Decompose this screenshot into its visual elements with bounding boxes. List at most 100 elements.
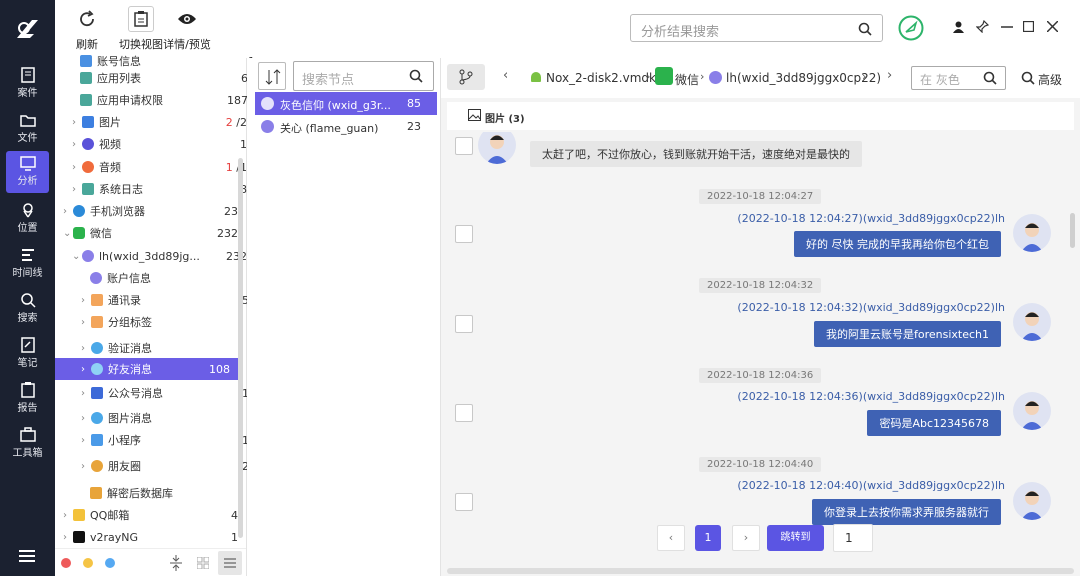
tree-item-app-permissions[interactable]: 应用申请权限 1877	[80, 89, 263, 111]
back-icon[interactable]: ‹	[503, 68, 508, 83]
next-page-button[interactable]: ›	[732, 525, 760, 551]
collapse-icon[interactable]	[170, 555, 182, 571]
chevron-right-icon[interactable]: ›	[72, 162, 82, 173]
nav-analysis[interactable]: 分析	[6, 151, 49, 193]
page-input[interactable]: 1	[833, 524, 873, 552]
pin-icon[interactable]	[976, 20, 989, 33]
photo-tab[interactable]: 图片 (3)	[485, 110, 525, 125]
chevron-right-icon[interactable]: ›	[72, 184, 82, 195]
node-item[interactable]: 灰色信仰 (wxid_g3r... 85	[255, 92, 437, 115]
chevron-right-icon[interactable]: ›	[81, 364, 91, 375]
tree-item-wechat-account[interactable]: ⌄ lh(wxid_3dd89jg... 232	[72, 245, 255, 267]
nav-report[interactable]: 报告	[0, 378, 55, 420]
tree-item-images[interactable]: › 图片 2 /2	[72, 111, 255, 133]
tree-item-account-detail[interactable]: 账户信息1	[90, 267, 273, 289]
node-item[interactable]: 关心 (flame_guan) 23	[255, 115, 437, 138]
message-checkbox[interactable]	[455, 493, 473, 511]
tree-item-image-msg[interactable]: ›图片消息3	[81, 407, 264, 429]
breadcrumb-item[interactable]: 微信	[675, 71, 699, 88]
sort-button[interactable]	[258, 62, 286, 90]
user-icon[interactable]	[953, 21, 964, 33]
chevron-right-icon[interactable]: ›	[81, 461, 91, 472]
search-icon[interactable]	[409, 69, 423, 83]
search-icon[interactable]	[858, 22, 872, 36]
tree-item-v2rayng[interactable]: › v2rayNG 1	[63, 526, 246, 548]
message-sender: (2022-10-18 12:04:32)(wxid_3dd89jggx0cp2…	[737, 301, 1005, 314]
nav-file[interactable]: 文件	[0, 108, 55, 150]
breadcrumb-separator-icon: ›	[646, 70, 651, 83]
tree-item-official-msg[interactable]: ›公众号消息15	[81, 382, 264, 404]
nav-timeline[interactable]: 时间线	[0, 243, 55, 285]
avatar	[1013, 303, 1051, 341]
prev-page-button[interactable]: ‹	[657, 525, 685, 551]
analysis-search-input[interactable]: 分析结果搜索	[630, 14, 883, 42]
tree-item-qq-mail[interactable]: › QQ邮箱 4	[63, 504, 246, 526]
tree-item-audio[interactable]: ›音频1 /1	[72, 156, 255, 178]
chevron-right-icon[interactable]: ›	[63, 510, 73, 521]
chevron-right-icon[interactable]: ›	[72, 117, 82, 128]
chevron-down-icon[interactable]: ⌄	[72, 251, 82, 262]
tree-item-video[interactable]: › 视频 1	[72, 133, 255, 155]
chevron-right-icon[interactable]: ›	[81, 317, 91, 328]
status-leaf-icon[interactable]	[898, 15, 924, 41]
yellow-dot-icon	[83, 558, 93, 568]
message-checkbox[interactable]	[455, 137, 473, 155]
avatar-icon	[1021, 312, 1043, 341]
maximize-icon[interactable]	[1023, 21, 1034, 32]
nav-toolbox[interactable]: 工具箱	[0, 423, 55, 465]
tree-item-mobile-browser[interactable]: › 手机浏览器 23	[63, 200, 246, 222]
advanced-button[interactable]: 高级	[1038, 71, 1062, 88]
user-icon	[82, 250, 94, 262]
chat-search-input[interactable]: 在 灰色	[911, 66, 1006, 90]
close-icon[interactable]	[1047, 21, 1058, 32]
nav-location[interactable]: 位置	[0, 198, 55, 240]
tree-item-wechat[interactable]: ⌄ 微信 232	[63, 222, 246, 244]
chat-scrollbar[interactable]	[1070, 213, 1075, 248]
node-search-input[interactable]: 搜索节点	[293, 61, 434, 91]
page-number-button[interactable]: 1	[695, 525, 721, 551]
horizontal-scrollbar[interactable]	[447, 568, 1074, 574]
chevron-right-icon[interactable]: ›	[81, 295, 91, 306]
jump-to-button[interactable]: 跳转到	[767, 525, 824, 551]
chevron-right-icon[interactable]: ›	[63, 206, 73, 217]
user-avatar-icon	[261, 120, 274, 133]
message-checkbox[interactable]	[455, 225, 473, 243]
chevron-right-icon[interactable]: ›	[72, 139, 82, 150]
search-icon[interactable]	[983, 71, 997, 85]
chevron-down-icon[interactable]: ⌄	[63, 228, 73, 239]
tree-item-decrypted-db[interactable]: 解密后数据库4	[90, 482, 273, 504]
chevron-right-icon[interactable]: ›	[81, 435, 91, 446]
chevron-right-icon[interactable]: ›	[81, 413, 91, 424]
tree-item-verify-msg[interactable]: ›验证消息2	[81, 337, 264, 359]
tree-item-contacts[interactable]: ›通讯录57	[81, 289, 264, 311]
chevron-right-icon[interactable]: ›	[81, 343, 91, 354]
tree-footer	[55, 548, 246, 576]
branch-button[interactable]	[447, 64, 485, 90]
tree-item-syslog[interactable]: › 系统日志 8	[72, 178, 255, 200]
breadcrumb-item[interactable]: Nox_2-disk2.vmdk	[546, 71, 656, 85]
minimize-icon[interactable]	[1001, 26, 1013, 28]
audio-icon	[82, 161, 94, 173]
nav-search[interactable]: 搜索	[0, 288, 55, 330]
chevron-right-icon[interactable]: ›	[63, 532, 73, 543]
tree-item-group-tags[interactable]: ›分组标签1	[81, 311, 264, 333]
tree-item-friend-msg[interactable]: › 好友消息 108	[55, 358, 238, 380]
toolbox-icon	[19, 427, 36, 442]
menu-icon[interactable]	[19, 549, 35, 563]
refresh-button[interactable]: 刷新	[73, 6, 101, 52]
breadcrumb-item[interactable]: lh(wxid_3dd89jggx0cp22)	[726, 71, 881, 85]
message-checkbox[interactable]	[455, 315, 473, 333]
grid-view-icon[interactable]	[197, 557, 209, 569]
tree-item-moments[interactable]: ›朋友圈28	[81, 455, 264, 477]
detail-preview-button[interactable]: 详情/预览	[159, 6, 215, 52]
forward-icon[interactable]: ›	[887, 68, 892, 83]
database-icon	[90, 487, 102, 499]
nav-case[interactable]: 案件	[0, 63, 55, 105]
tree-item-app-list[interactable]: 应用列表67	[80, 67, 263, 89]
nav-notes[interactable]: 笔记	[0, 333, 55, 375]
list-view-button[interactable]	[218, 551, 242, 575]
tree-item-mini-program[interactable]: ›小程序16	[81, 429, 264, 451]
message-checkbox[interactable]	[455, 404, 473, 422]
tree-scrollbar[interactable]	[238, 158, 243, 538]
chevron-right-icon[interactable]: ›	[81, 388, 91, 399]
